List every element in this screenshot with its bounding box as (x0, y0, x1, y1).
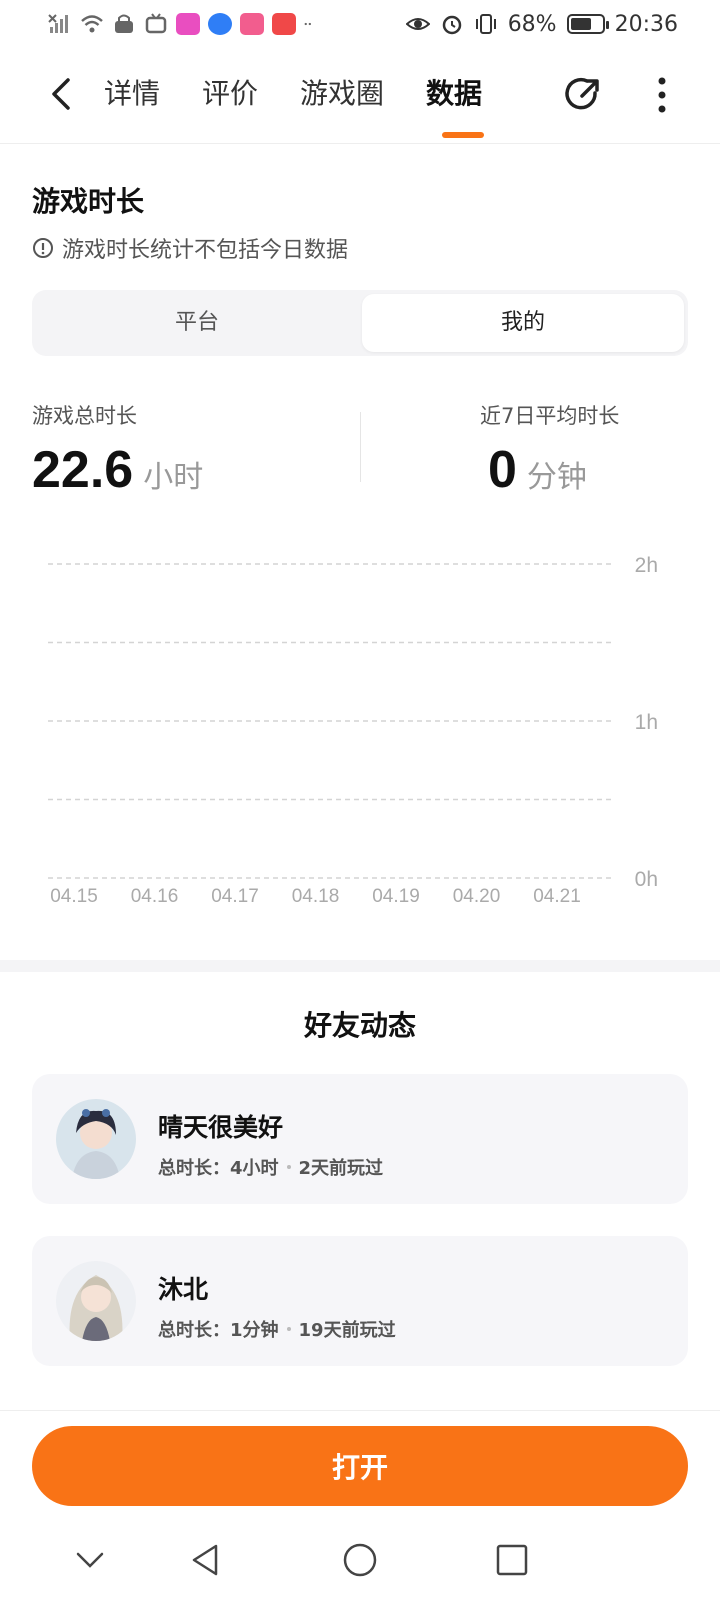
chart-x-tick: 04.19 (372, 886, 420, 907)
play-time-note: 游戏时长统计不包括今日数据 (32, 232, 348, 264)
chart-y-tick: 0h (635, 868, 658, 891)
eye-icon (405, 18, 430, 30)
friend-card[interactable]: 沐北 总时长：1分钟 19天前玩过 (32, 1236, 688, 1366)
tab-details[interactable]: 详情 (104, 74, 160, 114)
tab-data[interactable]: 数据 (426, 74, 482, 114)
friend-name: 晴天很美好 (158, 1113, 284, 1142)
battery-percent: 68% (507, 11, 557, 37)
wifi-icon (81, 15, 103, 33)
avg-time-value: 0 分钟 (488, 440, 587, 500)
avatar (56, 1261, 136, 1341)
total-time-unit: 小时 (143, 460, 204, 495)
signal-off-icon (48, 14, 68, 33)
video-app-icon (176, 13, 200, 35)
system-nav-bar (0, 1520, 720, 1600)
vpn-icon (115, 14, 133, 33)
leaf-battery-icon (566, 14, 609, 34)
alarm-icon (442, 15, 461, 35)
avatar-image (56, 1099, 136, 1179)
chart-x-tick: 04.20 (453, 886, 501, 907)
friend-duration: 总时长：4小时 (158, 1158, 279, 1179)
chart-x-tick: 04.16 (131, 886, 179, 907)
chart-x-tick: 04.21 (533, 886, 581, 907)
dot-separator (286, 1327, 291, 1331)
chevron-left-icon (52, 78, 70, 110)
bottom-divider (0, 1410, 720, 1411)
chart-x-tick: 04.17 (211, 886, 259, 907)
tab-reviews[interactable]: 评价 (202, 74, 258, 114)
more-vertical-icon[interactable] (650, 74, 674, 116)
play-time-title: 游戏时长 (32, 185, 145, 218)
browser-app-icon (208, 13, 232, 35)
friend-name: 沐北 (158, 1275, 209, 1304)
dot-separator (286, 1165, 291, 1169)
friend-duration: 总时长：1分钟 (158, 1320, 279, 1341)
chart-x-tick: 04.18 (292, 886, 340, 907)
status-bar: 68% 20:36 (0, 0, 720, 48)
tab-game-circle[interactable]: 游戏圈 (300, 74, 384, 114)
friend-last-played: 2天前玩过 (298, 1158, 384, 1179)
back-triangle-icon[interactable] (186, 1540, 226, 1580)
total-time-label: 游戏总时长 (32, 404, 137, 428)
friends-title: 好友动态 (303, 1009, 416, 1042)
battery-fill (570, 18, 591, 30)
top-nav: 详情 评价 游戏圈 数据 (0, 48, 720, 144)
friend-meta: 总时长：4小时 2天前玩过 (158, 1154, 383, 1180)
friend-last-played: 19天前玩过 (298, 1320, 396, 1341)
segment-platform[interactable]: 平台 (36, 294, 358, 352)
share-icon[interactable] (562, 74, 604, 116)
play-time-note-text: 游戏时长统计不包括今日数据 (62, 238, 349, 263)
status-right: 68% 20:36 (405, 11, 678, 37)
info-icon (33, 238, 53, 258)
vibrate-icon (475, 14, 496, 34)
section-divider (0, 960, 720, 972)
total-time-number: 22.6 (32, 441, 134, 499)
tv-icon (145, 13, 167, 34)
active-tab-indicator (442, 132, 484, 138)
avg-time-unit: 分钟 (526, 460, 587, 495)
chart-x-tick: 04.15 (50, 886, 98, 907)
chart-y-tick: 2h (635, 554, 658, 577)
home-circle-icon[interactable] (340, 1540, 380, 1580)
segmented-control: 平台 我的 (32, 290, 688, 356)
recents-square-icon[interactable] (492, 1540, 532, 1580)
more-dots-icon (304, 22, 311, 26)
stat-divider (360, 412, 361, 482)
chevron-down-icon[interactable] (70, 1540, 110, 1580)
avg-time-number: 0 (488, 441, 517, 499)
avatar (56, 1099, 136, 1179)
segment-mine[interactable]: 我的 (362, 294, 684, 352)
status-left-icons (48, 13, 318, 35)
back-button[interactable] (40, 74, 80, 114)
friend-card[interactable]: 晴天很美好 总时长：4小时 2天前玩过 (32, 1074, 688, 1204)
status-time: 20:36 (614, 11, 678, 37)
chart-y-tick: 1h (635, 711, 658, 734)
avatar-image (56, 1261, 136, 1341)
total-time-value: 22.6 小时 (32, 440, 203, 500)
play-time-chart: 2h 1h 0h 04.15 04.16 04.17 04.18 04.19 04.20 04.2… (48, 554, 658, 907)
open-button[interactable]: 打开 (32, 1426, 688, 1506)
avg-time-label: 近7日平均时长 (480, 404, 620, 428)
shopping-app-icon (272, 13, 296, 35)
bilibili-app-icon (240, 13, 264, 35)
friend-meta: 总时长：1分钟 19天前玩过 (158, 1316, 396, 1342)
